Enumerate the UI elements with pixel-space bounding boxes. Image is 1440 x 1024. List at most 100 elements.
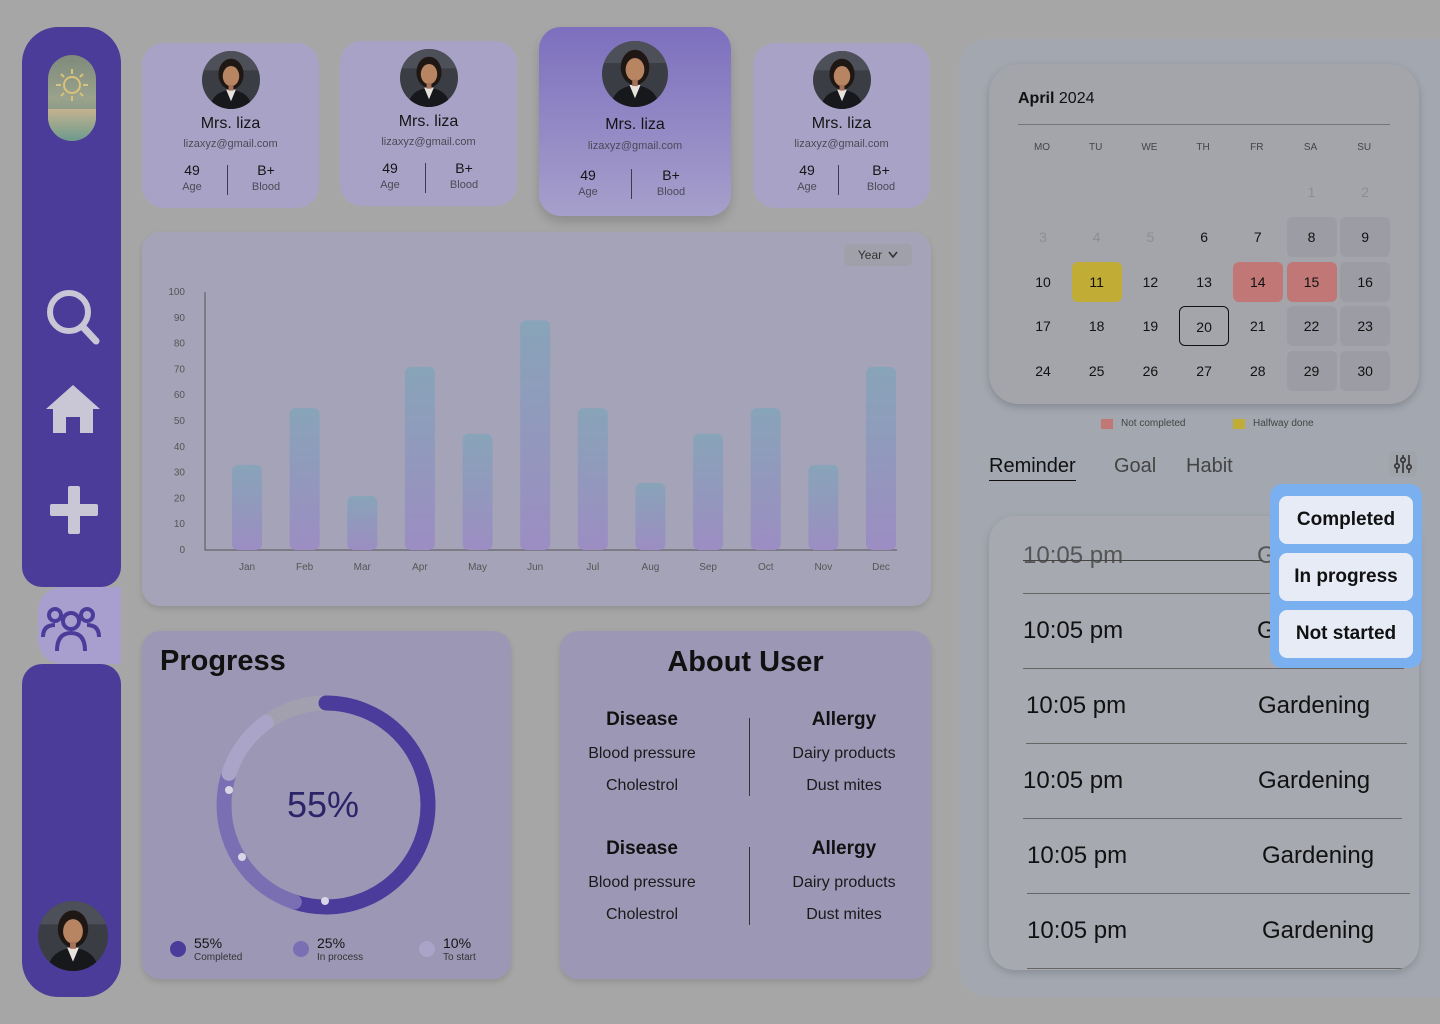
calendar-day-11[interactable]: 11 [1071, 261, 1122, 302]
home-icon[interactable] [44, 383, 102, 435]
calendar-day-13[interactable]: 13 [1179, 262, 1229, 302]
x-tick-label: Sep [699, 562, 717, 573]
calendar-day-14[interactable]: 14 [1232, 261, 1283, 302]
profile-name: Mrs. liza [811, 115, 872, 132]
profile-email: lizaxyz@gmail.com [381, 136, 476, 148]
x-tick-label: May [468, 562, 487, 573]
profile-card-selected[interactable]: Mrs. liza lizaxyz@gmail.com 49 Age B+ Bloo… [539, 27, 731, 216]
tab-reminder[interactable]: Reminder [989, 455, 1076, 481]
status-not-started-button[interactable]: Not started [1279, 610, 1413, 658]
calendar-day-24[interactable]: 24 [1018, 351, 1068, 391]
calendar-day-21[interactable]: 21 [1233, 306, 1283, 346]
calendar-day-25[interactable]: 25 [1072, 351, 1122, 391]
calendar-day-23[interactable]: 23 [1340, 306, 1391, 347]
legend-in-process: 25% In process [293, 935, 363, 965]
calendar-day-29[interactable]: 29 [1286, 351, 1337, 392]
about-user-title: About User [667, 646, 824, 678]
status-menu: Completed In progress Not started [1270, 484, 1422, 668]
strikethrough-line [1023, 560, 1263, 561]
disease-list: Disease Blood pressure Cholestrol [588, 709, 696, 794]
calendar-day-19[interactable]: 19 [1125, 306, 1175, 346]
period-dropdown[interactable]: Year [844, 244, 912, 266]
calendar-day-15[interactable]: 15 [1286, 261, 1337, 302]
progress-panel: Progress 55% 55% Completed 25% In process … [142, 631, 511, 979]
user-avatar[interactable] [38, 901, 108, 971]
profile-age: 49 Age [380, 160, 400, 191]
reminder-time: 10:05 pm [1023, 617, 1124, 644]
about-user-panel: About User Disease Blood pressure Choles… [560, 631, 931, 979]
legend-dot [293, 941, 309, 957]
reminder-row[interactable]: 10:05 pm Gardening [1027, 819, 1410, 894]
profile-name: Mrs. liza [398, 113, 459, 130]
weekday-label: TU [1089, 142, 1103, 153]
profile-blood: B+ Blood [866, 162, 896, 193]
profile-card[interactable]: Mrs. liza lizaxyz@gmail.com 49 Age B+ Bloo… [753, 43, 930, 208]
calendar-divider [1018, 124, 1390, 125]
calendar-day-6[interactable]: 6 [1179, 217, 1229, 257]
profile-card[interactable]: Mrs. liza lizaxyz@gmail.com 49 Age B+ Bloo… [340, 41, 517, 206]
search-icon[interactable] [46, 287, 102, 347]
y-tick-label: 20 [174, 493, 186, 504]
chevron-down-icon [888, 248, 898, 262]
calendar-day-17[interactable]: 17 [1018, 306, 1068, 346]
tab-habit[interactable]: Habit [1186, 455, 1233, 478]
x-tick-label: Apr [412, 562, 428, 573]
weekday-label: FR [1250, 142, 1264, 153]
filter-button[interactable] [1389, 451, 1417, 477]
allergy-list: Allergy Dairy products Dust mites [792, 838, 896, 923]
calendar-day-20[interactable]: 20 [1179, 306, 1230, 347]
calendar-day-12[interactable]: 12 [1125, 262, 1175, 302]
add-icon[interactable] [50, 486, 98, 534]
calendar-day-27[interactable]: 27 [1179, 351, 1229, 391]
bar-oct [750, 408, 781, 550]
reminder-row[interactable]: 10:05 pm Gardening [1027, 894, 1410, 969]
bar-chart-panel: 0 10 20 30 40 50 60 70 80 90 100 Jan Feb Mar Apr May Jun… [142, 232, 931, 606]
y-tick-label: 0 [179, 545, 185, 556]
profile-email: lizaxyz@gmail.com [587, 140, 683, 152]
calendar-day-22[interactable]: 22 [1286, 306, 1337, 347]
x-tick-label: Aug [642, 562, 660, 573]
calendar-day-18[interactable]: 18 [1072, 306, 1122, 346]
column-divider [749, 718, 750, 796]
x-tick-label: Jun [527, 562, 543, 573]
calendar-day-8[interactable]: 8 [1286, 216, 1337, 257]
calendar-day-3[interactable]: 3 [1018, 217, 1068, 257]
legend-halfway-done: Halfway done [1233, 418, 1314, 429]
legend-completed: 55% Completed [170, 935, 242, 965]
x-tick-label: Jul [586, 562, 599, 573]
reminder-time: 10:05 pm [1023, 767, 1124, 794]
calendar-day-2[interactable]: 2 [1340, 172, 1390, 212]
calendar-day-1[interactable]: 1 [1287, 172, 1337, 212]
calendar-day-16[interactable]: 16 [1340, 261, 1391, 302]
y-tick-label: 30 [174, 468, 186, 479]
profile-name: Mrs. liza [605, 116, 665, 133]
weekday-label: SU [1357, 142, 1372, 153]
calendar-day-10[interactable]: 10 [1018, 262, 1068, 302]
calendar-day-26[interactable]: 26 [1125, 351, 1175, 391]
status-in-progress-button[interactable]: In progress [1279, 553, 1413, 601]
status-completed-button[interactable]: Completed [1279, 496, 1413, 544]
reminder-row[interactable]: 10:05 pm Gardening [1023, 744, 1402, 819]
calendar-day-9[interactable]: 9 [1340, 216, 1391, 257]
y-tick-label: 100 [168, 287, 185, 298]
bar-mar [347, 495, 378, 550]
calendar-day-4[interactable]: 4 [1072, 217, 1122, 257]
profile-avatar [813, 51, 871, 109]
x-tick-label: Feb [296, 562, 314, 573]
users-icon[interactable] [40, 603, 102, 655]
stat-divider [226, 165, 228, 195]
calendar-day-5[interactable]: 5 [1125, 217, 1175, 257]
calendar-day-7[interactable]: 7 [1233, 217, 1283, 257]
profile-card[interactable]: Mrs. liza lizaxyz@gmail.com 49 Age B+ Bloo… [142, 43, 319, 208]
profile-blood: B+ Blood [656, 167, 686, 198]
tab-goal[interactable]: Goal [1114, 455, 1156, 478]
weekday-label: TH [1196, 142, 1210, 153]
calendar-day-28[interactable]: 28 [1233, 351, 1283, 391]
y-tick-label: 70 [174, 364, 186, 375]
x-tick-label: Nov [814, 562, 832, 573]
bar-chart: 0 10 20 30 40 50 60 70 80 90 100 Jan Feb Mar Apr May Jun… [168, 287, 897, 573]
reminder-row[interactable]: 10:05 pm Gardening [1026, 669, 1407, 744]
x-tick-label: Jan [239, 562, 255, 573]
reminder-time: 10:05 pm [1023, 542, 1124, 569]
calendar-day-30[interactable]: 30 [1340, 351, 1391, 392]
